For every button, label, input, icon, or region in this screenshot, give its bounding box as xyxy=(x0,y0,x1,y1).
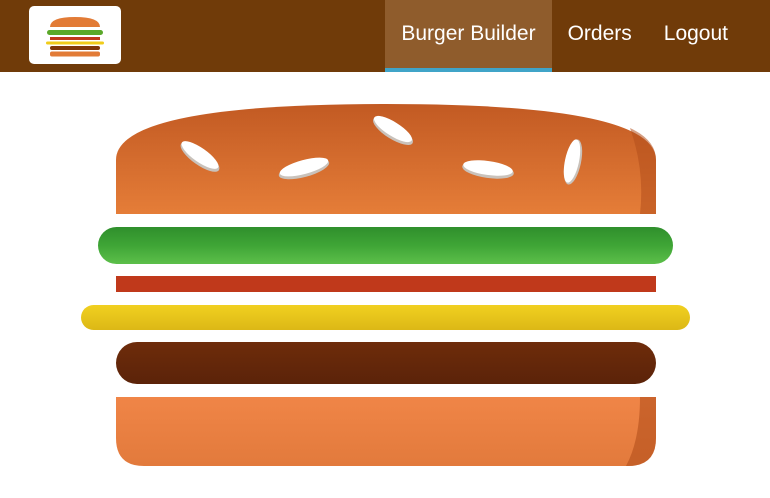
nav-burger-builder[interactable]: Burger Builder xyxy=(385,0,552,72)
main-navigation: Burger Builder Orders Logout xyxy=(385,0,770,72)
nav-orders[interactable]: Orders xyxy=(552,0,648,72)
bacon xyxy=(116,276,656,292)
cheese xyxy=(81,305,690,330)
toolbar: Burger Builder Orders Logout xyxy=(0,0,770,72)
burger-logo[interactable] xyxy=(29,6,121,64)
meat xyxy=(116,342,656,384)
nav-logout[interactable]: Logout xyxy=(648,0,770,72)
burger-logo-icon xyxy=(46,17,104,57)
bread-bottom xyxy=(116,397,656,466)
burger-preview xyxy=(0,72,770,498)
bread-top xyxy=(116,104,656,214)
salad xyxy=(98,227,673,264)
burger-graphic xyxy=(81,104,690,466)
